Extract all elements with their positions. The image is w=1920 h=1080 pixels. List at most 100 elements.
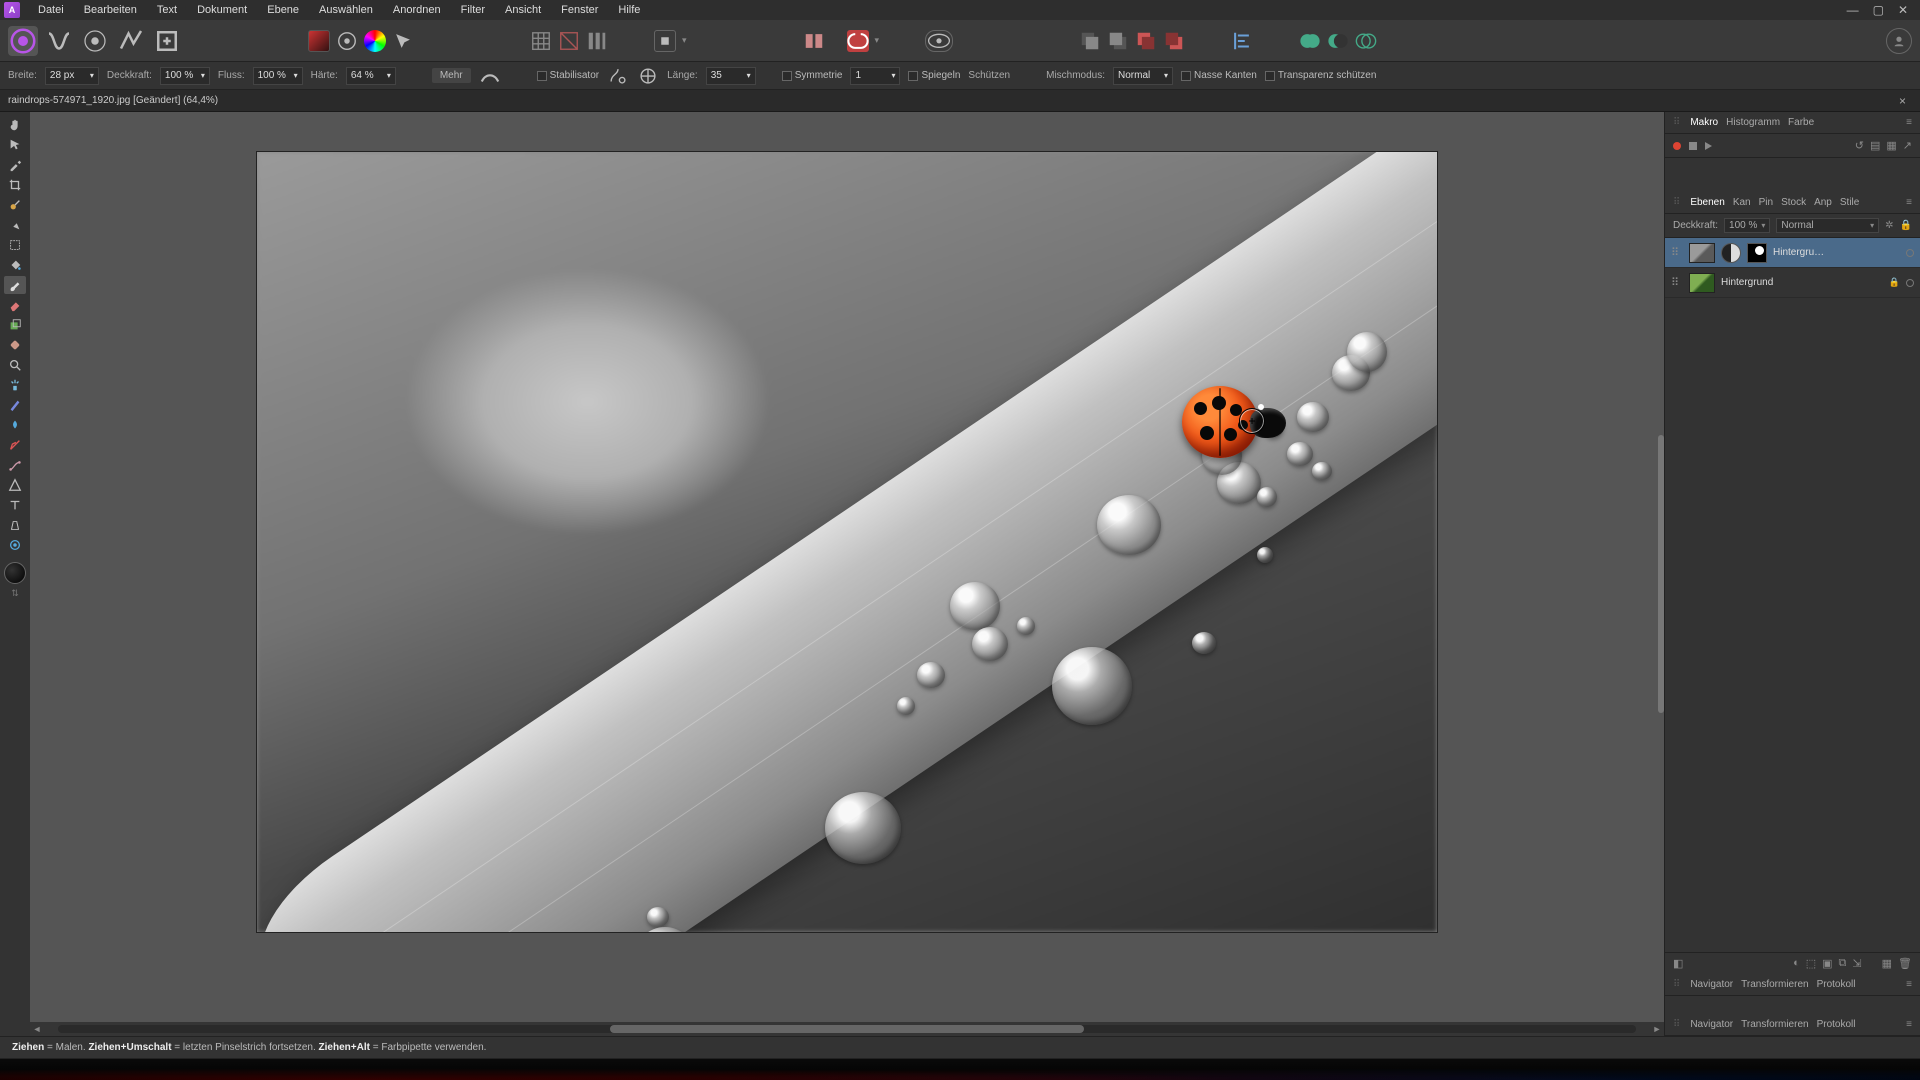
persona-export[interactable] xyxy=(152,26,182,56)
menu-fenster[interactable]: Fenster xyxy=(551,0,608,20)
close-icon[interactable]: ✕ xyxy=(1898,3,1908,17)
scroll-right-icon[interactable]: ► xyxy=(1650,1024,1664,1034)
tab-stock[interactable]: Stock xyxy=(1781,197,1806,208)
symmetry-checkbox[interactable]: Symmetrie xyxy=(782,70,843,81)
healing-tool-icon[interactable] xyxy=(4,336,26,354)
auto-select-icon[interactable] xyxy=(392,30,414,52)
menu-ebene[interactable]: Ebene xyxy=(257,0,309,20)
menu-dokument[interactable]: Dokument xyxy=(187,0,257,20)
scroll-left-icon[interactable]: ◄ xyxy=(30,1024,44,1034)
lock-icon[interactable]: 🔒 xyxy=(1889,277,1900,288)
flood-fill-tool-icon[interactable] xyxy=(4,256,26,274)
play-icon[interactable] xyxy=(1705,142,1712,150)
smudge-tool-icon[interactable] xyxy=(4,416,26,434)
color-picker-tool-icon[interactable] xyxy=(4,156,26,174)
menu-text[interactable]: Text xyxy=(147,0,187,20)
menu-hilfe[interactable]: Hilfe xyxy=(608,0,650,20)
symmetry-count-input[interactable]: 1▾ xyxy=(850,67,900,85)
add-adjustment-icon[interactable]: ◐ xyxy=(1793,957,1800,970)
menu-filter[interactable]: Filter xyxy=(451,0,495,20)
layer-fx-icon[interactable]: ✲ xyxy=(1885,220,1893,231)
dropdown-caret-icon[interactable]: ▾ xyxy=(875,35,880,46)
macro-save-icon[interactable]: ▦ xyxy=(1886,139,1896,152)
layer-name[interactable]: Hintergrund xyxy=(1721,277,1883,288)
add-group-icon[interactable]: ⧉ xyxy=(1839,957,1847,970)
mirror-checkbox[interactable]: Spiegeln xyxy=(908,70,960,81)
document-canvas[interactable] xyxy=(257,152,1437,932)
tab-transformieren[interactable]: Transformieren xyxy=(1741,1019,1808,1030)
mask-mode-icon[interactable]: ◧ xyxy=(1673,957,1683,970)
layer-visibility-icon[interactable]: ⠿ xyxy=(1671,246,1683,259)
preview-mode-icon[interactable] xyxy=(925,30,953,52)
scrollbar-thumb[interactable] xyxy=(610,1025,1083,1033)
tab-stile[interactable]: Stile xyxy=(1840,197,1859,208)
panel-menu-icon[interactable]: ≡ xyxy=(1906,979,1912,990)
layer-blendmode-select[interactable]: Normal▾ xyxy=(1776,218,1879,233)
length-input[interactable]: 35▾ xyxy=(706,67,756,85)
add-mask-icon[interactable]: ▣ xyxy=(1822,957,1832,970)
perspective-tool-icon[interactable] xyxy=(4,516,26,534)
vertical-scrollbar[interactable] xyxy=(1658,435,1664,712)
tab-farbe[interactable]: Farbe xyxy=(1788,117,1814,128)
tab-kan[interactable]: Kan xyxy=(1733,197,1751,208)
move-tool-icon[interactable] xyxy=(4,136,26,154)
view-tool-icon[interactable] xyxy=(4,536,26,554)
layer-visibility-icon[interactable]: ⠿ xyxy=(1671,276,1683,289)
add-pixel-layer-icon[interactable]: ▦ xyxy=(1882,957,1892,970)
macro-list-icon[interactable]: ▤ xyxy=(1870,139,1880,152)
tab-close-icon[interactable]: × xyxy=(1893,94,1912,108)
tab-histogramm[interactable]: Histogramm xyxy=(1726,117,1780,128)
selection-brush-tool-icon[interactable] xyxy=(4,196,26,214)
shape-tool-icon[interactable] xyxy=(4,476,26,494)
window-stabilizer-icon[interactable] xyxy=(637,65,659,87)
snap-grid-icon[interactable] xyxy=(530,30,552,52)
layer-row[interactable]: ⠿ Hintergru… xyxy=(1665,238,1920,268)
tab-transformieren[interactable]: Transformieren xyxy=(1741,979,1808,990)
layer-tag-icon[interactable] xyxy=(1906,279,1914,287)
dodge-tool-icon[interactable] xyxy=(4,376,26,394)
swatch-foreground[interactable] xyxy=(308,30,330,52)
menu-bearbeiten[interactable]: Bearbeiten xyxy=(74,0,147,20)
foreground-color-well[interactable] xyxy=(4,562,26,584)
panel-menu-icon[interactable]: ≡ xyxy=(1906,117,1912,128)
align-left-icon[interactable] xyxy=(1231,30,1253,52)
account-icon[interactable] xyxy=(1886,28,1912,54)
horizontal-scrollbar[interactable]: ◄ ► xyxy=(30,1022,1664,1036)
document-tab[interactable]: raindrops-574971_1920.jpg [Geändert] (64… xyxy=(8,95,218,106)
macro-export-icon[interactable]: ↗ xyxy=(1903,139,1912,152)
text-tool-icon[interactable] xyxy=(4,496,26,514)
add-live-filter-icon[interactable]: ⬚ xyxy=(1806,957,1816,970)
zoom-tool-icon[interactable] xyxy=(4,356,26,374)
tab-makro[interactable]: Makro xyxy=(1690,117,1718,128)
canvas-viewport[interactable]: ◄ ► xyxy=(30,112,1664,1036)
panel-menu-icon[interactable]: ≡ xyxy=(1906,1019,1912,1030)
persona-tonemap[interactable] xyxy=(116,26,146,56)
rope-stabilizer-icon[interactable] xyxy=(607,65,629,87)
opacity-input[interactable]: 100 %▾ xyxy=(160,67,210,85)
persona-photo[interactable] xyxy=(8,26,38,56)
tab-pin[interactable]: Pin xyxy=(1759,197,1773,208)
dropdown-caret-icon[interactable]: ▾ xyxy=(682,35,687,46)
quickmask-icon[interactable] xyxy=(336,30,358,52)
layer-mask-thumbnail[interactable] xyxy=(1747,243,1767,263)
color-wheel-icon[interactable] xyxy=(364,30,386,52)
blendmode-select[interactable]: Normal▾ xyxy=(1113,67,1173,85)
snap-off-icon[interactable] xyxy=(558,30,580,52)
tab-navigator[interactable]: Navigator xyxy=(1690,979,1733,990)
tab-ebenen[interactable]: Ebenen xyxy=(1690,197,1724,208)
order-front-icon[interactable] xyxy=(1163,30,1185,52)
record-icon[interactable] xyxy=(1673,142,1681,150)
flow-input[interactable]: 100 %▾ xyxy=(253,67,303,85)
layer-lock-icon[interactable]: 🔒 xyxy=(1900,220,1912,231)
arrange-icon[interactable] xyxy=(803,30,825,52)
snap-toggle-icon[interactable] xyxy=(847,30,869,52)
marquee-tool-icon[interactable] xyxy=(4,236,26,254)
tab-anp[interactable]: Anp xyxy=(1814,197,1832,208)
snap-columns-icon[interactable] xyxy=(586,30,608,52)
tab-protokoll[interactable]: Protokoll xyxy=(1817,1019,1856,1030)
mesh-warp-tool-icon[interactable] xyxy=(4,436,26,454)
stabilizer-checkbox[interactable]: Stabilisator xyxy=(537,70,599,81)
minimize-icon[interactable]: — xyxy=(1847,3,1859,17)
width-input[interactable]: 28 px▾ xyxy=(45,67,99,85)
maximize-icon[interactable]: ▢ xyxy=(1873,3,1884,17)
